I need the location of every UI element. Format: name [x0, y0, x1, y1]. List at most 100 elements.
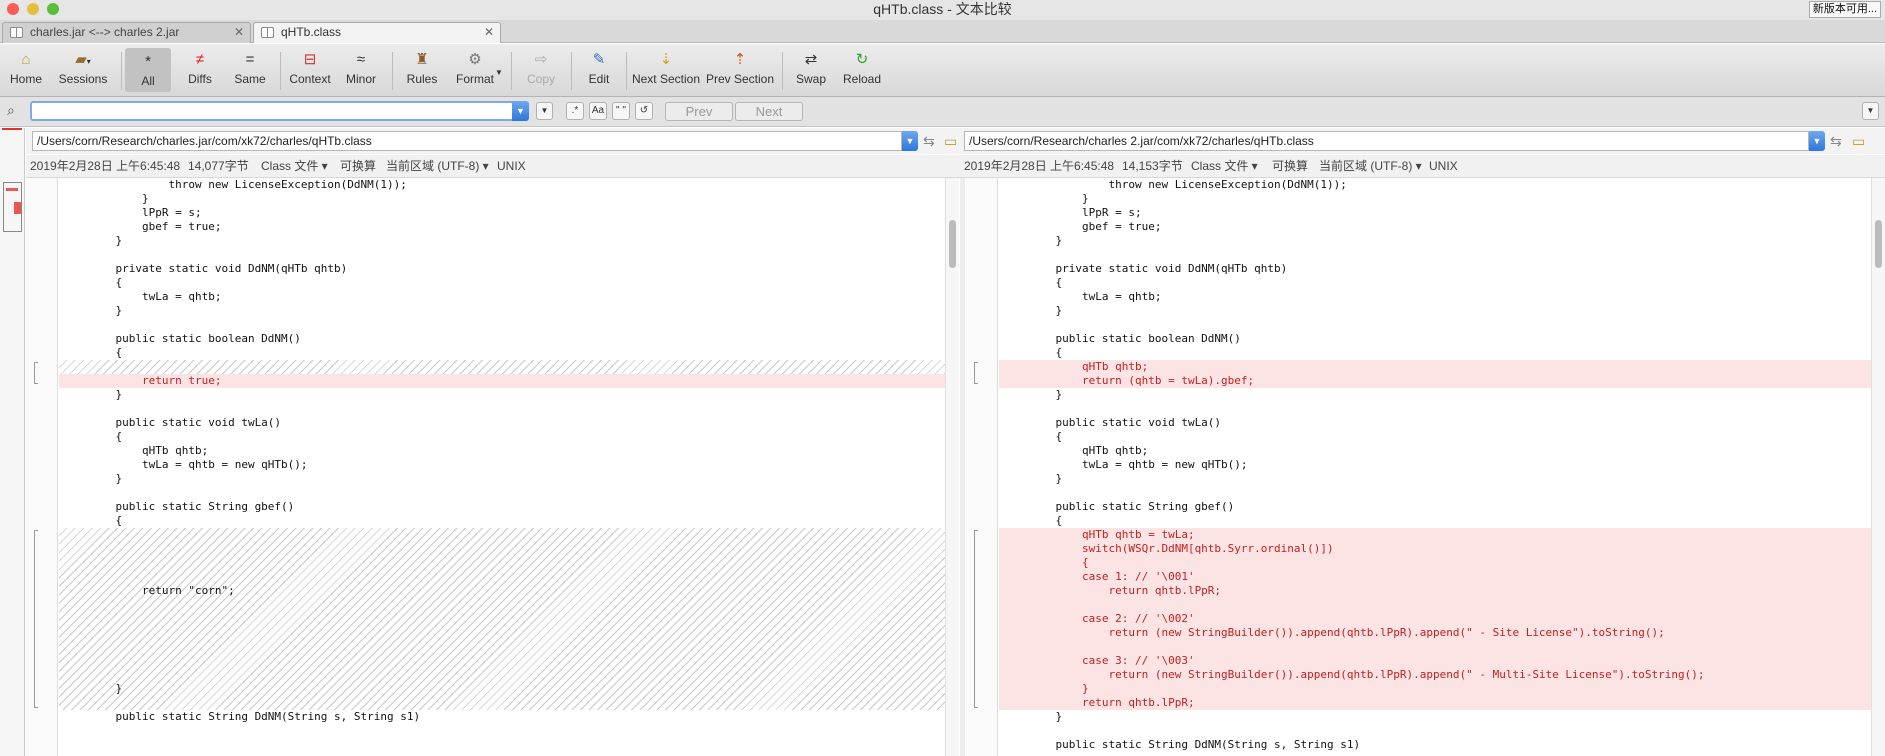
rules-button[interactable]: ♜ Rules	[399, 46, 445, 94]
right-scrollbar-thumb[interactable]	[1875, 220, 1882, 268]
copy-button[interactable]: ⇨ Copy	[518, 46, 564, 94]
whole-word-toggle[interactable]: " "	[612, 102, 630, 120]
left-filetype-menu[interactable]: Class 文件 ▾	[261, 155, 328, 177]
code-line[interactable]: qHTb qhtb;	[59, 444, 945, 458]
next-section-button[interactable]: ⇣ Next Section	[630, 46, 702, 94]
code-line[interactable]: twLa = qhtb;	[59, 290, 945, 304]
code-line[interactable]	[59, 248, 945, 262]
code-line[interactable]: }	[999, 682, 1871, 696]
code-line[interactable]: public static String gbef()	[59, 500, 945, 514]
right-code-pane[interactable]: throw new LicenseException(DdNM(1)); } l…	[999, 178, 1871, 756]
context-button[interactable]: ⊟ Context	[287, 46, 333, 94]
code-line[interactable]: {	[999, 346, 1871, 360]
right-path-input[interactable]: /Users/corn/Research/charles 2.jar/com/x…	[964, 131, 1809, 151]
code-line[interactable]: public static boolean DdNM()	[59, 332, 945, 346]
code-line[interactable]: return "corn";	[59, 584, 945, 598]
code-line[interactable]: }	[59, 388, 945, 402]
code-line[interactable]: public static String DdNM(String s, Stri…	[999, 738, 1871, 752]
code-line[interactable]: {	[59, 276, 945, 290]
minor-button[interactable]: ≈ Minor	[338, 46, 384, 94]
update-available-button[interactable]: 新版本可用...	[1808, 1, 1881, 18]
code-line[interactable]: }	[999, 192, 1871, 206]
pane-divider[interactable]	[960, 178, 965, 756]
show-all-button[interactable]: * All	[125, 48, 171, 92]
right-save-icon[interactable]: ⇆	[1830, 133, 1842, 150]
left-open-folder-icon[interactable]: ▭	[944, 133, 957, 150]
left-code-pane[interactable]: throw new LicenseException(DdNM(1)); } l…	[59, 178, 945, 756]
code-line[interactable]	[59, 318, 945, 332]
code-line[interactable]	[999, 318, 1871, 332]
code-line[interactable]	[999, 248, 1871, 262]
code-line[interactable]	[999, 402, 1871, 416]
code-line[interactable]: }	[999, 388, 1871, 402]
code-line[interactable]: {	[999, 514, 1871, 528]
left-encoding-menu[interactable]: 当前区域 (UTF-8) ▾	[386, 155, 489, 177]
code-line[interactable]: qHTb qhtb;	[999, 360, 1871, 374]
code-line[interactable]: {	[59, 430, 945, 444]
code-line[interactable]: twLa = qhtb = new qHTb();	[59, 458, 945, 472]
code-line[interactable]: }	[999, 304, 1871, 318]
code-line[interactable]: lPpR = s;	[999, 206, 1871, 220]
right-line-ending[interactable]: UNIX	[1429, 155, 1458, 177]
code-line[interactable]: }	[59, 682, 945, 696]
code-line[interactable]	[999, 640, 1871, 654]
code-line[interactable]: {	[999, 430, 1871, 444]
next-match-button[interactable]: Next	[735, 102, 803, 121]
code-line[interactable]	[59, 486, 945, 500]
reload-button[interactable]: ↻ Reload	[838, 46, 886, 94]
code-line[interactable]: throw new LicenseException(DdNM(1));	[999, 178, 1871, 192]
tab-folder-compare[interactable]: charles.jar <--> charles 2.jar ✕	[2, 22, 251, 43]
filter-bar-menu-dropdown[interactable]: ▼	[1862, 102, 1879, 120]
right-encoding-menu[interactable]: 当前区域 (UTF-8) ▾	[1319, 155, 1422, 177]
code-line[interactable]: }	[59, 304, 945, 318]
left-save-icon[interactable]: ⇆	[923, 133, 935, 150]
code-line[interactable]	[999, 724, 1871, 738]
code-line[interactable]: gbef = true;	[999, 220, 1871, 234]
code-line[interactable]: public static void twLa()	[999, 416, 1871, 430]
prev-match-button[interactable]: Prev	[665, 102, 733, 121]
overview-ruler[interactable]	[0, 128, 25, 756]
code-line[interactable]: twLa = qhtb;	[999, 290, 1871, 304]
reset-filter-button[interactable]: ↺	[635, 102, 653, 120]
code-line[interactable]: case 2: // '\002'	[999, 612, 1871, 626]
code-line[interactable]: }	[59, 192, 945, 206]
close-window-button[interactable]	[7, 3, 19, 15]
left-path-history-dropdown[interactable]: ▼	[902, 131, 918, 151]
left-scrollbar-thumb[interactable]	[949, 220, 956, 268]
code-line[interactable]: return (qhtb = twLa).gbef;	[999, 374, 1871, 388]
code-line[interactable]	[59, 402, 945, 416]
show-diffs-button[interactable]: ≠ Diffs	[177, 46, 223, 94]
regex-toggle[interactable]: .*	[566, 102, 584, 120]
code-line[interactable]: throw new LicenseException(DdNM(1));	[59, 178, 945, 192]
code-line[interactable]: public static boolean DdNM()	[999, 332, 1871, 346]
code-line[interactable]: {	[59, 514, 945, 528]
code-line[interactable]: }	[59, 472, 945, 486]
left-line-ending[interactable]: UNIX	[497, 155, 526, 177]
code-line[interactable]: gbef = true;	[59, 220, 945, 234]
code-line[interactable]: case 3: // '\003'	[999, 654, 1871, 668]
close-tab-icon[interactable]: ✕	[234, 23, 244, 42]
code-line[interactable]: return (new StringBuilder()).append(qhtb…	[999, 668, 1871, 682]
code-line[interactable]: private static void DdNM(qHTb qhtb)	[59, 262, 945, 276]
code-line[interactable]: switch(WSQr.DdNM[qhtb.Syrr.ordinal()])	[999, 542, 1871, 556]
code-line[interactable]	[999, 486, 1871, 500]
swap-button[interactable]: ⇄ Swap	[788, 46, 834, 94]
format-dropdown-icon[interactable]: ▼	[495, 68, 503, 77]
code-line[interactable]: qHTb qhtb;	[999, 444, 1871, 458]
right-open-folder-icon[interactable]: ▭	[1852, 133, 1865, 150]
code-line[interactable]: }	[999, 234, 1871, 248]
sessions-button[interactable]: ▰▾ Sessions	[54, 46, 112, 94]
code-line[interactable]: }	[999, 472, 1871, 486]
right-path-history-dropdown[interactable]: ▼	[1809, 131, 1825, 151]
code-line[interactable]: qHTb qhtb = twLa;	[999, 528, 1871, 542]
code-line[interactable]: {	[999, 556, 1871, 570]
code-line[interactable]: lPpR = s;	[59, 206, 945, 220]
close-tab-icon[interactable]: ✕	[484, 23, 494, 42]
code-line[interactable]	[59, 696, 945, 710]
edit-button[interactable]: ✎ Edit	[576, 46, 622, 94]
code-line[interactable]: {	[999, 276, 1871, 290]
search-options-dropdown[interactable]: ▼	[536, 102, 553, 120]
minimize-window-button[interactable]	[27, 3, 39, 15]
left-scrollbar[interactable]	[945, 178, 959, 756]
right-scrollbar[interactable]	[1871, 178, 1885, 756]
